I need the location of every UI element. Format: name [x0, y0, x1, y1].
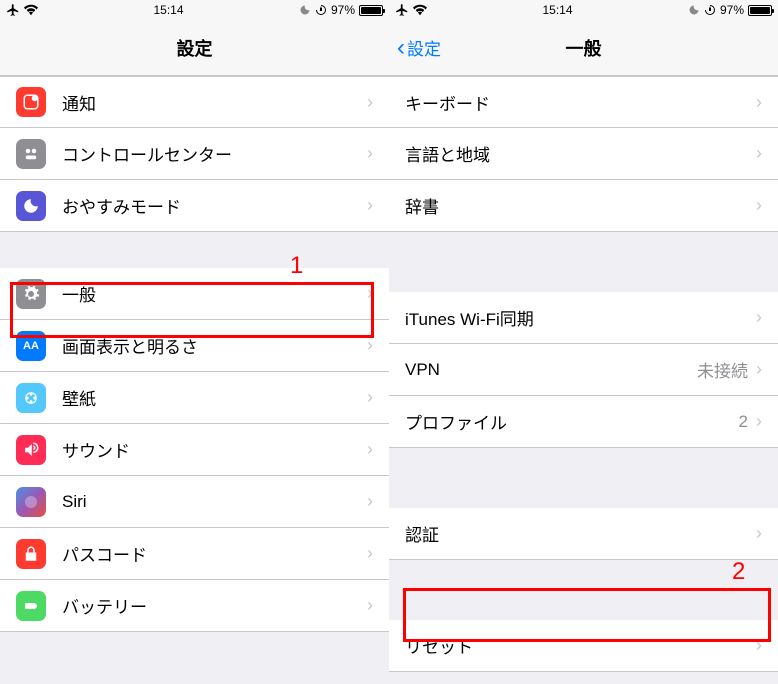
group-separator	[389, 560, 778, 620]
row-passcode[interactable]: パスコード ›	[0, 528, 389, 580]
row-wallpaper[interactable]: 壁紙 ›	[0, 372, 389, 424]
back-button[interactable]: ‹ 設定	[397, 35, 441, 60]
row-display[interactable]: AA 画面表示と明るさ ›	[0, 320, 389, 372]
row-label: 辞書	[405, 193, 756, 218]
page-title: 設定	[177, 35, 213, 61]
notification-icon	[16, 87, 46, 117]
chevron-right-icon: ›	[756, 92, 762, 113]
row-label: 認証	[405, 521, 756, 546]
row-label: Siri	[62, 492, 367, 512]
status-bar: 15:14 97%	[389, 0, 778, 20]
chevron-right-icon: ›	[756, 195, 762, 216]
control-center-icon	[16, 139, 46, 169]
group-separator	[389, 232, 778, 292]
airplane-icon	[6, 3, 20, 17]
chevron-right-icon: ›	[367, 387, 373, 408]
chevron-right-icon: ›	[756, 411, 762, 432]
chevron-right-icon: ›	[367, 439, 373, 460]
row-label: サウンド	[62, 437, 367, 462]
wallpaper-icon	[16, 383, 46, 413]
siri-icon	[16, 487, 46, 517]
row-label: バッテリー	[62, 593, 367, 618]
chevron-right-icon: ›	[756, 635, 762, 656]
wifi-icon	[413, 3, 427, 17]
row-detail: 2	[739, 412, 748, 432]
group-separator	[389, 448, 778, 508]
row-label: 言語と地域	[405, 141, 756, 166]
group-separator	[0, 232, 389, 268]
moon-icon	[688, 4, 700, 16]
chevron-right-icon: ›	[367, 543, 373, 564]
chevron-right-icon: ›	[367, 335, 373, 356]
row-label: 壁紙	[62, 385, 367, 410]
row-siri[interactable]: Siri ›	[0, 476, 389, 528]
row-notification[interactable]: 通知 ›	[0, 76, 389, 128]
status-time: 15:14	[153, 3, 183, 17]
row-label: キーボード	[405, 90, 756, 115]
row-keyboard[interactable]: キーボード ›	[389, 76, 778, 128]
chevron-right-icon: ›	[367, 283, 373, 304]
settings-list[interactable]: 通知 › コントロールセンター › おやすみモード › 一般 ›	[0, 76, 389, 684]
chevron-right-icon: ›	[367, 491, 373, 512]
row-control-center[interactable]: コントロールセンター ›	[0, 128, 389, 180]
lock-rotation-icon	[704, 4, 716, 16]
row-dnd[interactable]: おやすみモード ›	[0, 180, 389, 232]
chevron-right-icon: ›	[367, 195, 373, 216]
row-label: パスコード	[62, 541, 367, 566]
wifi-icon	[24, 3, 38, 17]
nav-bar: ‹ 設定 一般	[389, 20, 778, 76]
sound-icon	[16, 435, 46, 465]
chevron-right-icon: ›	[756, 523, 762, 544]
row-language-region[interactable]: 言語と地域 ›	[389, 128, 778, 180]
row-label: プロファイル	[405, 409, 739, 434]
row-detail: 未接続	[697, 357, 748, 382]
status-time: 15:14	[542, 3, 572, 17]
lock-icon	[16, 539, 46, 569]
row-dictionary[interactable]: 辞書 ›	[389, 180, 778, 232]
annotation-2: 2	[732, 558, 745, 586]
row-label: おやすみモード	[62, 193, 367, 218]
page-title: 一般	[566, 35, 602, 61]
row-label: リセット	[405, 633, 756, 658]
moon-icon	[299, 4, 311, 16]
back-label: 設定	[407, 35, 441, 60]
row-label: 画面表示と明るさ	[62, 333, 367, 358]
chevron-left-icon: ‹	[397, 36, 405, 60]
lock-rotation-icon	[315, 4, 327, 16]
display-icon: AA	[16, 331, 46, 361]
chevron-right-icon: ›	[756, 143, 762, 164]
chevron-right-icon: ›	[367, 92, 373, 113]
row-reset[interactable]: リセット ›	[389, 620, 778, 672]
battery-icon	[16, 591, 46, 621]
dnd-icon	[16, 191, 46, 221]
row-label: VPN	[405, 360, 697, 380]
airplane-icon	[395, 3, 409, 17]
row-label: 一般	[62, 281, 367, 306]
battery-icon	[748, 5, 772, 16]
general-screen: 15:14 97% ‹ 設定 一般 キーボード › 言語と地域 › 辞書	[389, 0, 778, 684]
row-auth[interactable]: 認証 ›	[389, 508, 778, 560]
row-battery[interactable]: バッテリー ›	[0, 580, 389, 632]
row-label: 通知	[62, 90, 367, 115]
general-list[interactable]: キーボード › 言語と地域 › 辞書 › iTunes Wi-Fi同期 › VP…	[389, 76, 778, 684]
battery-percent: 97%	[331, 3, 355, 17]
nav-bar: 設定	[0, 20, 389, 76]
row-sound[interactable]: サウンド ›	[0, 424, 389, 476]
status-bar: 15:14 97%	[0, 0, 389, 20]
row-profile[interactable]: プロファイル 2 ›	[389, 396, 778, 448]
row-label: iTunes Wi-Fi同期	[405, 305, 756, 330]
chevron-right-icon: ›	[367, 595, 373, 616]
annotation-1: 1	[290, 252, 303, 280]
settings-screen: 15:14 97% 設定 通知 › コントロールセンター	[0, 0, 389, 684]
battery-icon	[359, 5, 383, 16]
chevron-right-icon: ›	[756, 307, 762, 328]
row-general[interactable]: 一般 ›	[0, 268, 389, 320]
row-label: コントロールセンター	[62, 141, 367, 166]
gear-icon	[16, 279, 46, 309]
row-itunes-wifi-sync[interactable]: iTunes Wi-Fi同期 ›	[389, 292, 778, 344]
battery-percent: 97%	[720, 3, 744, 17]
chevron-right-icon: ›	[367, 143, 373, 164]
row-vpn[interactable]: VPN 未接続 ›	[389, 344, 778, 396]
chevron-right-icon: ›	[756, 359, 762, 380]
